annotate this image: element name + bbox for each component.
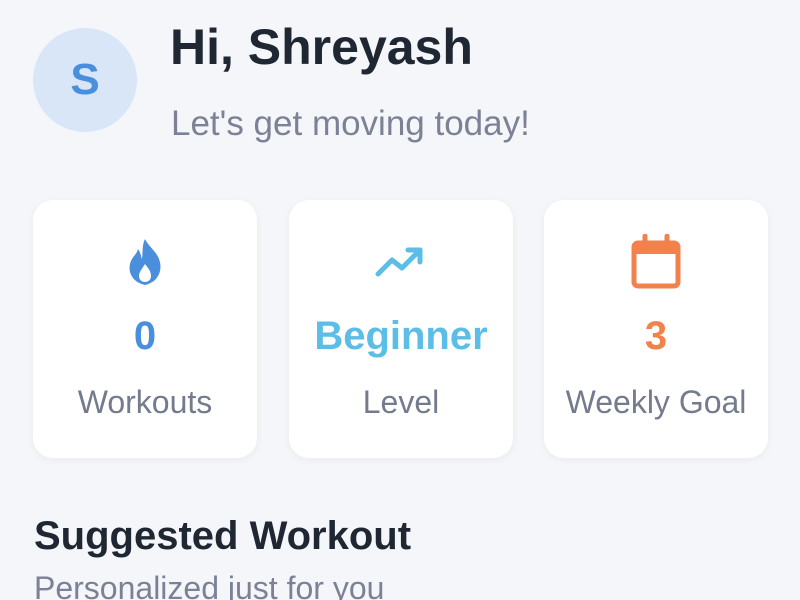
stat-card-level[interactable]: Beginner Level: [289, 200, 513, 458]
greeting-subtitle: Let's get moving today!: [171, 104, 530, 143]
suggested-workout-title: Suggested Workout: [34, 514, 412, 558]
home-screen: S Hi, Shreyash Let's get moving today! 0…: [0, 0, 800, 600]
stat-label-level: Level: [362, 384, 440, 420]
flame-icon: [33, 234, 257, 290]
stat-value-weekly-goal: 3: [644, 314, 668, 358]
stat-card-workouts[interactable]: 0 Workouts: [33, 200, 257, 458]
stat-label-weekly-goal: Weekly Goal: [565, 384, 747, 420]
calendar-icon: [544, 234, 768, 290]
avatar[interactable]: S: [33, 28, 137, 132]
trending-up-icon: [289, 234, 513, 290]
stat-value-workouts: 0: [133, 314, 157, 358]
avatar-initial: S: [70, 55, 100, 104]
stat-card-weekly-goal[interactable]: 3 Weekly Goal: [544, 200, 768, 458]
stat-label-workouts: Workouts: [77, 384, 213, 420]
greeting-header: S Hi, Shreyash Let's get moving today!: [0, 0, 800, 180]
greeting-title: Hi, Shreyash: [170, 19, 473, 75]
suggested-workout-subtitle: Personalized just for you: [34, 570, 385, 600]
stat-value-level: Beginner: [314, 314, 488, 358]
